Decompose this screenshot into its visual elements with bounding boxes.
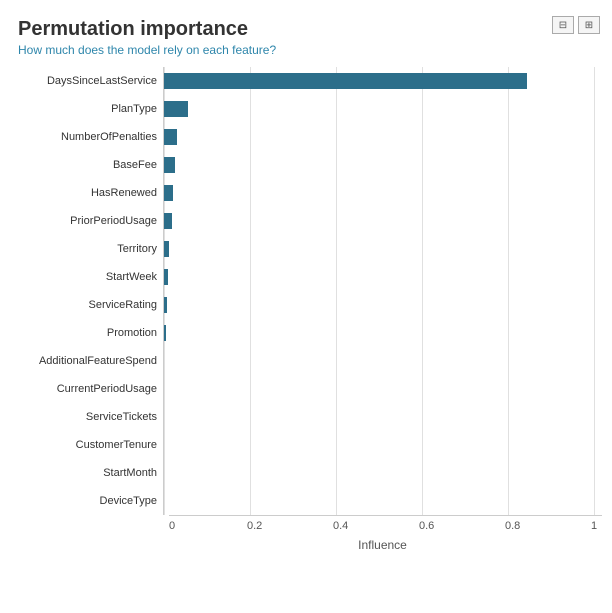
toolbar: ⊟ ⊞ [552,16,600,34]
bar-plantype [164,101,188,117]
chart-subtitle: How much does the model rely on each fea… [18,43,602,57]
bar-promotion [164,325,166,341]
y-label-servicerating: ServiceRating [89,291,157,319]
bar-row-devicetype [164,487,602,515]
y-label-additionalfeaturespend: AdditionalFeatureSpend [39,347,157,375]
toolbar-btn-2[interactable]: ⊞ [578,16,600,34]
bar-row-plantype [164,95,602,123]
bar-row-priorperiodusage [164,207,602,235]
x-tick-0: 0 [169,520,175,532]
bar-dayssincelastservice [164,73,527,89]
y-label-promotion: Promotion [107,319,157,347]
bar-row-promotion [164,319,602,347]
main-container: Permutation importance How much does the… [0,0,612,613]
bar-hasrenewed [164,185,173,201]
bar-row-hasrenewed [164,179,602,207]
bar-servicerating [164,297,167,313]
bar-priorperiodusage [164,213,172,229]
x-tick-0.4: 0.4 [333,520,348,532]
bar-startweek [164,269,168,285]
x-tick-1: 1 [591,520,597,532]
y-label-startweek: StartWeek [106,263,157,291]
x-tick-0.2: 0.2 [247,520,262,532]
y-labels: DaysSinceLastServicePlanTypeNumberOfPena… [18,67,163,515]
y-label-customertenure: CustomerTenure [76,431,157,459]
x-tick-0.6: 0.6 [419,520,434,532]
bar-row-servicerating [164,291,602,319]
y-label-basefee: BaseFee [113,151,157,179]
bar-numberofpenalties [164,129,177,145]
bar-basefee [164,157,175,173]
y-label-servicetickets: ServiceTickets [86,403,157,431]
x-tick-0.8: 0.8 [505,520,520,532]
bars-container [163,67,602,515]
chart-area: DaysSinceLastServicePlanTypeNumberOfPena… [18,67,602,552]
y-label-dayssincelastservice: DaysSinceLastService [47,67,157,95]
bar-row-currentperiodusage [164,375,602,403]
bar-row-customertenure [164,431,602,459]
x-axis-labels: 0 0.2 0.4 0.6 0.8 1 [169,516,602,534]
y-label-hasrenewed: HasRenewed [91,179,157,207]
y-label-startmonth: StartMonth [103,459,157,487]
bar-row-additionalfeaturespend [164,347,602,375]
bar-territory [164,241,169,257]
bar-row-startmonth [164,459,602,487]
y-label-devicetype: DeviceType [100,487,157,515]
bar-row-territory [164,235,602,263]
chart-title: Permutation importance [18,18,602,41]
bar-row-startweek [164,263,602,291]
bar-row-numberofpenalties [164,123,602,151]
chart-inner: DaysSinceLastServicePlanTypeNumberOfPena… [18,67,602,515]
bar-row-dayssincelastservice [164,67,602,95]
y-label-territory: Territory [117,235,157,263]
bar-row-basefee [164,151,602,179]
x-axis-title: Influence [163,538,602,552]
y-label-currentperiodusage: CurrentPeriodUsage [57,375,157,403]
y-label-plantype: PlanType [111,95,157,123]
y-label-numberofpenalties: NumberOfPenalties [61,123,157,151]
bar-row-servicetickets [164,403,602,431]
y-label-priorperiodusage: PriorPeriodUsage [70,207,157,235]
toolbar-btn-1[interactable]: ⊟ [552,16,574,34]
